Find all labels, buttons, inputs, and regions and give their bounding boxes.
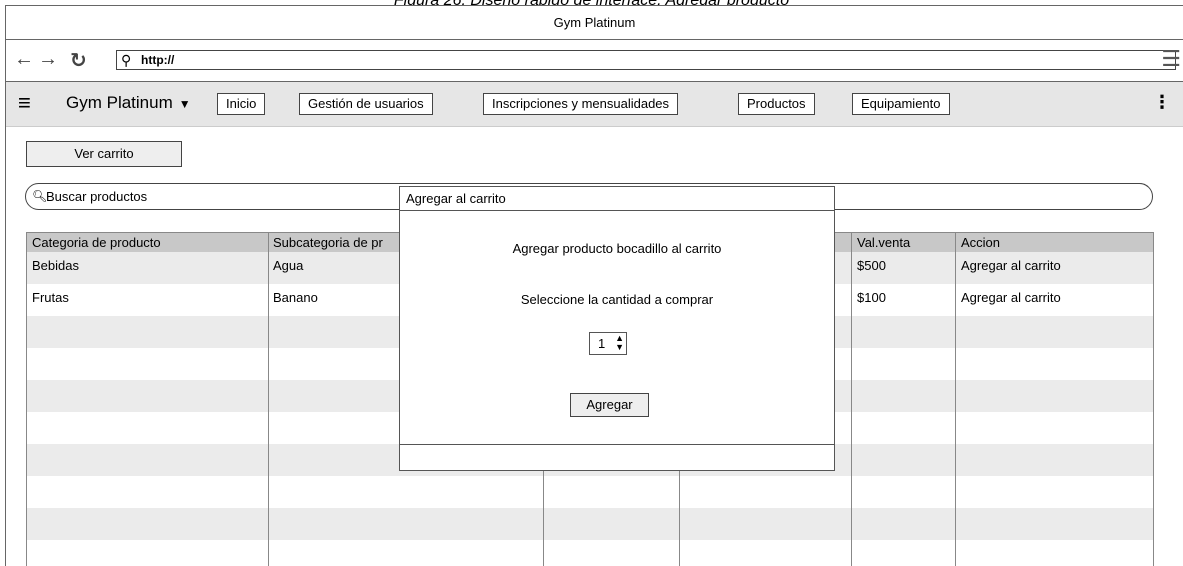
column-divider — [268, 233, 269, 566]
cell-categoria: Bebidas — [32, 258, 79, 273]
nav-inscripciones[interactable]: Inscripciones y mensualidades — [483, 93, 679, 115]
search-placeholder: Buscar productos — [46, 189, 148, 204]
header-valventa: Val.venta — [857, 235, 911, 250]
url-field[interactable]: ⚲ http:// — [116, 50, 1176, 70]
column-divider — [851, 233, 852, 566]
dialog-footer — [400, 444, 834, 470]
search-icon: ⚲ — [121, 52, 132, 68]
browser-menu-icon[interactable]: ☰ — [1161, 46, 1181, 72]
dialog-title: Agregar al carrito — [400, 187, 834, 211]
kebab-menu-icon[interactable]: ⋮ — [1153, 92, 1171, 113]
cell-categoria: Frutas — [32, 290, 69, 305]
cell-valventa: $500 — [857, 258, 886, 273]
header-accion: Accion — [961, 235, 1001, 250]
nav-productos[interactable]: Productos — [738, 93, 815, 115]
header-subcategoria: Subcategoria de pr — [273, 235, 383, 250]
table-row — [27, 476, 1153, 508]
caret-down-icon: ▼ — [178, 97, 191, 111]
quantity-label: Seleccione la cantidad a comprar — [520, 292, 714, 307]
table-row — [27, 508, 1153, 540]
table-row — [27, 540, 1153, 566]
add-to-cart-dialog: Agregar al carrito Agregar producto boca… — [399, 186, 835, 471]
stepper-arrows-icon[interactable]: ▲ ▼ — [615, 334, 624, 352]
hamburger-menu-icon[interactable]: ≡ — [18, 90, 31, 116]
search-icon: 🔍︎ — [32, 189, 48, 203]
reload-icon[interactable]: ↻ — [70, 48, 87, 73]
nav-gestion-usuarios[interactable]: Gestión de usuarios — [299, 93, 433, 115]
cell-subcategoria: Agua — [273, 258, 304, 273]
add-to-cart-link[interactable]: Agregar al carrito — [956, 284, 1061, 312]
header-categoria: Categoria de producto — [32, 235, 161, 250]
add-button[interactable]: Agregar — [570, 393, 649, 417]
brand-dropdown[interactable]: Gym Platinum ▼ — [66, 93, 191, 113]
brand-label: Gym Platinum — [66, 93, 173, 112]
cell-valventa: $100 — [857, 290, 886, 305]
quantity-value: 1 — [598, 336, 606, 351]
view-cart-button[interactable]: Ver carrito — [26, 141, 182, 167]
nav-equipamiento[interactable]: Equipamiento — [852, 93, 950, 115]
add-to-cart-link[interactable]: Agregar al carrito — [956, 252, 1061, 280]
nav-inicio[interactable]: Inicio — [217, 93, 266, 115]
cell-subcategoria: Banano — [273, 290, 318, 305]
column-divider — [955, 233, 956, 566]
app-navbar: ≡ Gym Platinum ▼ Inicio Gestión de usuari… — [6, 82, 1183, 127]
window-title: Gym Platinum — [6, 6, 1183, 40]
address-bar: ← → ↻ ⚲ http:// ☰ — [6, 40, 1183, 82]
quantity-stepper[interactable]: 1 ▲ ▼ — [589, 332, 627, 355]
back-arrow-icon[interactable]: ← — [14, 48, 34, 71]
forward-arrow-icon[interactable]: → — [38, 48, 58, 71]
url-text: http:// — [141, 53, 175, 67]
dialog-message: Agregar producto bocadillo al carrito — [512, 241, 722, 256]
